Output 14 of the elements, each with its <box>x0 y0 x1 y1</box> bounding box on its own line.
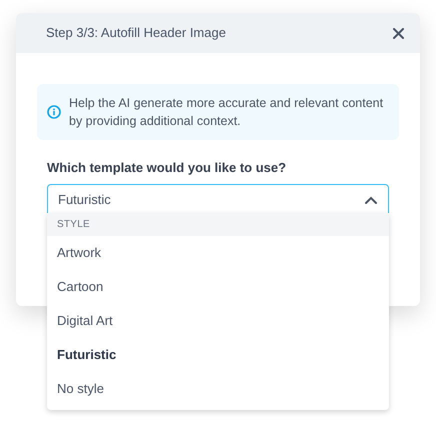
chevron-icon <box>364 194 378 206</box>
select-value: Futuristic <box>58 191 111 210</box>
dropdown-option[interactable]: Cartoon <box>47 270 389 304</box>
group-header: STYLE <box>47 213 389 236</box>
dropdown-option[interactable]: Artwork <box>47 236 389 270</box>
dropdown-option[interactable]: No style <box>47 372 389 406</box>
close-icon <box>392 28 404 38</box>
info-text: Help the AI generate more accurate and relevant content by providing additional context. <box>69 95 384 130</box>
close-button[interactable] <box>390 25 406 41</box>
field-label: Which template would you like to use? <box>47 159 288 177</box>
info-icon <box>47 105 61 119</box>
dropdown-option[interactable]: Futuristic <box>47 338 389 372</box>
dropdown-option[interactable]: Digital Art <box>47 304 389 338</box>
dialog-title: Step 3/3: Autofill Header Image <box>46 24 226 42</box>
